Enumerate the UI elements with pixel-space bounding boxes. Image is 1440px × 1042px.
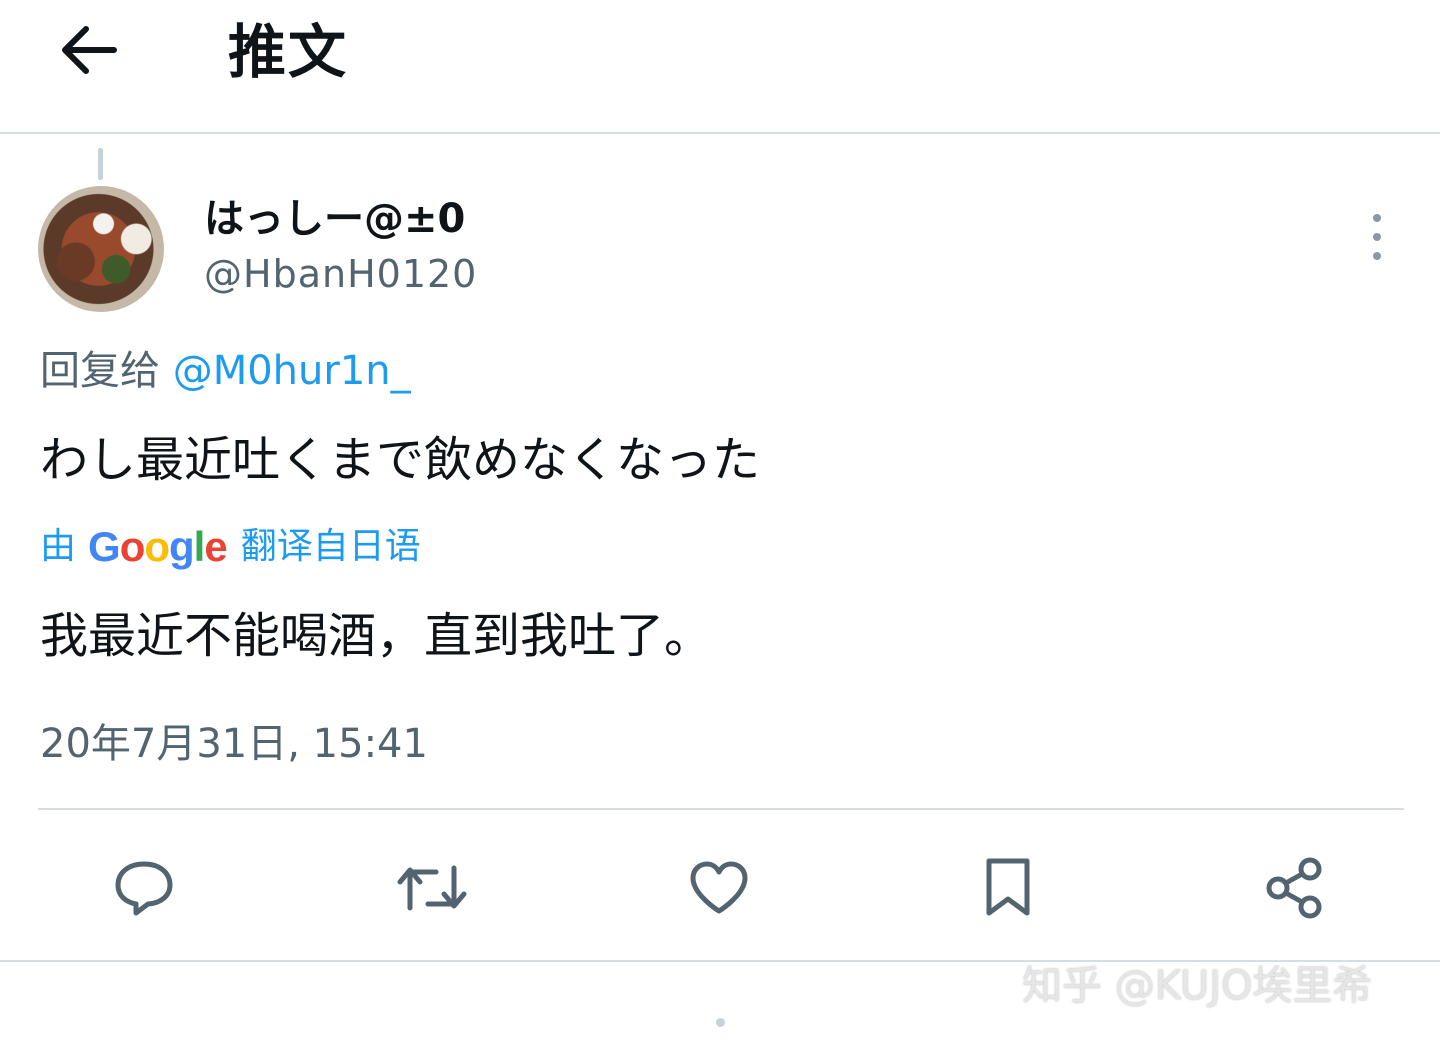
user-handle[interactable]: @HbanH0120 [204,250,477,298]
avatar[interactable] [38,186,164,312]
watermark: 知乎 @KUJO埃里希 [1022,963,1373,1009]
more-dots-icon [1373,214,1381,222]
page-indicator-dot [716,1018,725,1027]
reply-mention-link[interactable]: @M0hur1n_ [173,348,411,394]
back-button[interactable] [52,14,124,86]
more-dot [1373,252,1381,260]
translated-text: 我最近不能喝酒，直到我吐了。 [40,608,713,664]
like-button[interactable] [681,850,757,926]
translation-attribution[interactable]: 由 Google 翻译自日语 [40,522,421,572]
comment-icon [115,861,173,916]
heart-icon [690,861,748,914]
retweet-icon [397,865,467,911]
action-bar [0,830,1440,940]
bookmark-button[interactable] [970,850,1046,926]
page-title: 推文 [228,18,349,86]
header-divider [0,132,1440,134]
tweet-timestamp[interactable]: 20年7月31日, 15:41 [40,718,428,770]
reply-to-line: 回复给 @M0hur1n_ [40,346,411,396]
bookmark-icon [986,858,1030,916]
arrow-left-icon [62,26,117,74]
translate-suffix: 翻译自日语 [240,526,421,567]
share-button[interactable] [1256,850,1332,926]
top-bar: 推文 [0,0,1440,134]
thread-connector-line [98,148,103,180]
more-options-button[interactable] [1360,214,1394,260]
tweet-text: わし最近吐くまで飲めなくなった [40,432,761,488]
more-dot [1373,233,1381,241]
display-name[interactable]: はっしー@±0 [204,192,465,246]
content-divider [38,808,1404,810]
reply-prefix: 回复给 [40,348,160,394]
share-icon [1266,857,1322,919]
retweet-button[interactable] [394,850,470,926]
translate-prefix: 由 [40,526,77,567]
google-logo: Google [88,523,228,570]
reply-button[interactable] [106,850,182,926]
